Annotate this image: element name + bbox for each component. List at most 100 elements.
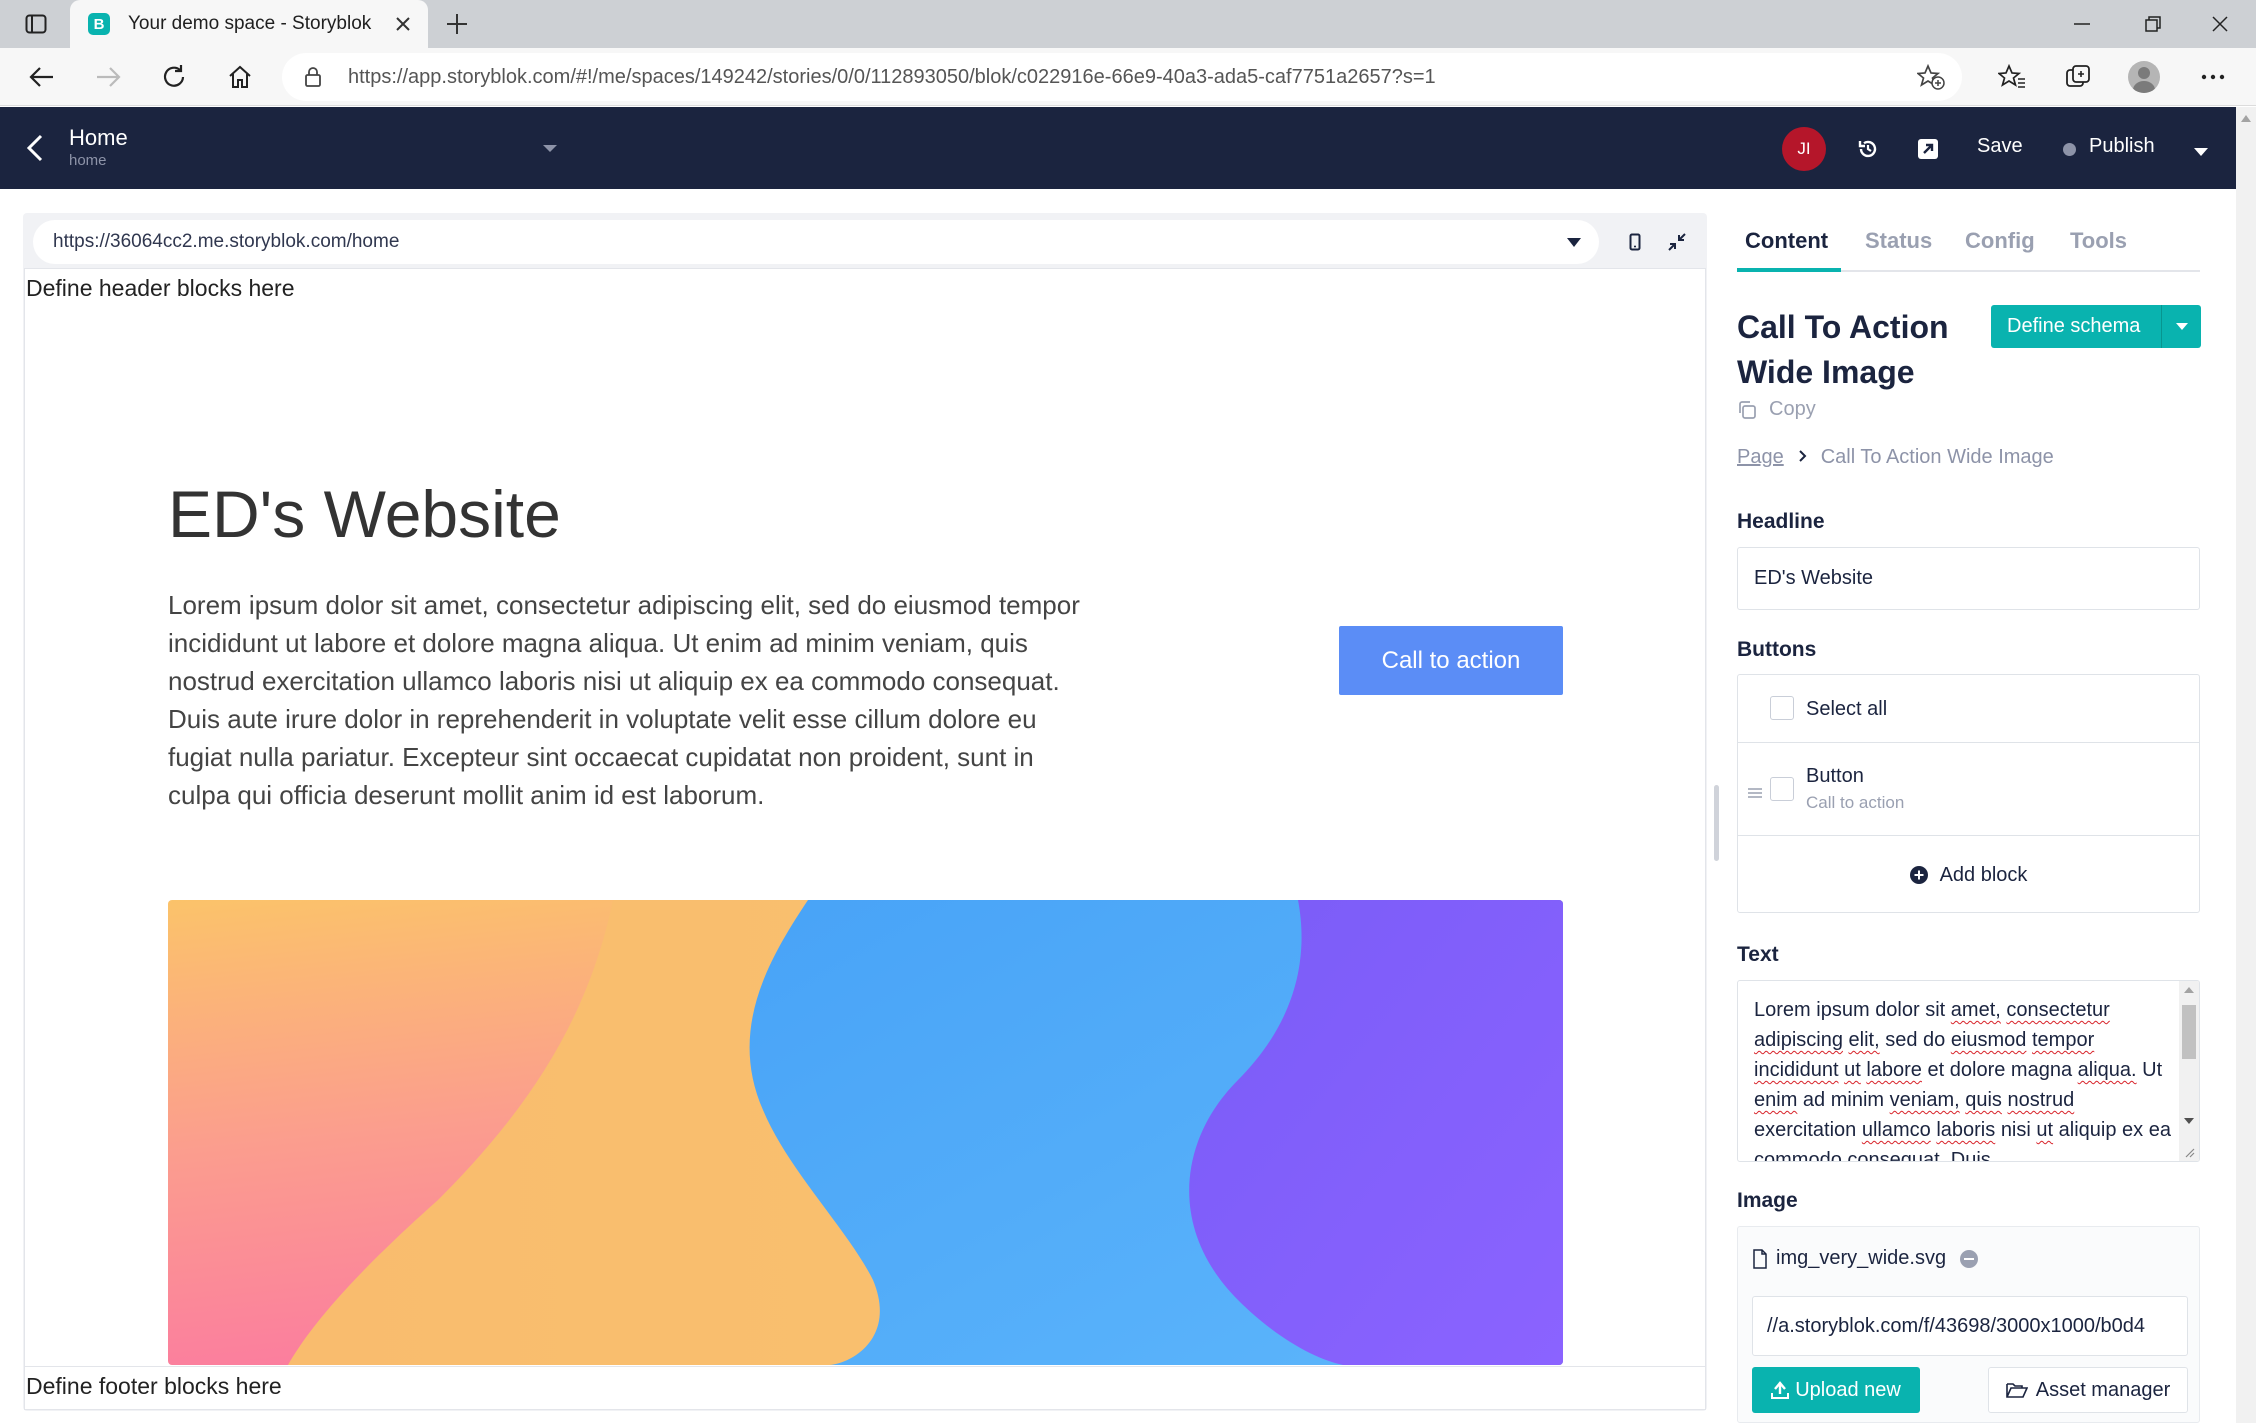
image-file-row[interactable]: img_very_wide.svg bbox=[1752, 1247, 1979, 1270]
buttons-label: Buttons bbox=[1737, 638, 1817, 661]
scroll-up-arrow-icon[interactable] bbox=[2184, 987, 2194, 993]
collapse-arrows-icon[interactable] bbox=[1662, 226, 1692, 258]
image-url-input[interactable]: //a.storyblok.com/f/43698/3000x1000/b0d4 bbox=[1752, 1296, 2188, 1356]
chevron-down-icon[interactable] bbox=[541, 142, 559, 154]
home-icon[interactable] bbox=[220, 57, 260, 97]
hero-wave-image[interactable] bbox=[168, 900, 1563, 1365]
close-window-icon[interactable] bbox=[2200, 4, 2240, 44]
define-schema-label[interactable]: Define schema bbox=[2007, 315, 2161, 338]
tab-config[interactable]: Config bbox=[1965, 228, 2035, 254]
file-icon bbox=[1752, 1248, 1768, 1269]
tab-tools[interactable]: Tools bbox=[2070, 228, 2127, 254]
favorites-icon[interactable] bbox=[1992, 57, 2032, 97]
back-arrow-icon[interactable] bbox=[22, 57, 62, 97]
select-all-label[interactable]: Select all bbox=[1806, 698, 1887, 721]
story-title[interactable]: Home bbox=[69, 125, 128, 151]
text-word: eiusmod bbox=[1950, 1029, 2027, 1051]
restore-window-icon[interactable] bbox=[2133, 4, 2173, 44]
profile-icon[interactable] bbox=[2124, 57, 2164, 97]
text-word: commodo bbox=[1754, 1149, 1842, 1162]
scrollbar-thumb[interactable] bbox=[2182, 1005, 2196, 1059]
text-word: aliquip bbox=[2058, 1119, 2117, 1141]
copy-icon bbox=[1737, 400, 1757, 420]
text-word: nostrud bbox=[2007, 1089, 2075, 1111]
define-schema-button[interactable]: Define schema bbox=[1991, 305, 2201, 348]
headline-label: Headline bbox=[1737, 510, 1825, 533]
active-tab-indicator bbox=[1737, 268, 1841, 272]
panel-resize-handle[interactable] bbox=[1714, 785, 1719, 861]
text-word: ut bbox=[2036, 1119, 2054, 1141]
site-body-text[interactable]: Lorem ipsum dolor sit amet, consectetur … bbox=[168, 586, 1098, 814]
button-item-title[interactable]: Button bbox=[1806, 765, 1864, 788]
site-headline[interactable]: ED's Website bbox=[168, 476, 561, 552]
back-chevron-icon[interactable] bbox=[18, 129, 52, 167]
window-scrollbar[interactable] bbox=[2236, 107, 2256, 1423]
breadcrumb-current: Call To Action Wide Image bbox=[1820, 446, 2054, 468]
list-item[interactable] bbox=[1738, 743, 2199, 836]
browser-tab[interactable]: B Your demo space - Storyblok bbox=[70, 0, 428, 48]
text-word: minim bbox=[1830, 1089, 1885, 1111]
text-word: laboris bbox=[1936, 1119, 1996, 1141]
text-word: ullamco bbox=[1861, 1119, 1931, 1141]
tab-status[interactable]: Status bbox=[1865, 228, 1932, 254]
refresh-icon[interactable] bbox=[154, 57, 194, 97]
select-all-checkbox[interactable] bbox=[1770, 696, 1794, 720]
copy-label[interactable]: Copy bbox=[1769, 398, 1816, 421]
text-word: ipsum bbox=[1816, 999, 1870, 1021]
publish-button[interactable]: Publish bbox=[2089, 135, 2155, 158]
upload-new-button[interactable]: Upload new bbox=[1752, 1367, 1920, 1413]
text-word: ex bbox=[2122, 1119, 2144, 1141]
new-tab-icon[interactable] bbox=[440, 8, 474, 40]
tab-content[interactable]: Content bbox=[1745, 228, 1828, 254]
footer-divider bbox=[25, 1366, 1705, 1367]
tab-actions-icon[interactable] bbox=[18, 10, 54, 38]
add-block-button[interactable]: Add block bbox=[1738, 837, 2199, 913]
text-word: ad bbox=[1802, 1089, 1826, 1111]
button-item-checkbox[interactable] bbox=[1770, 777, 1794, 801]
upload-new-label[interactable]: Upload new bbox=[1795, 1379, 1901, 1402]
remove-circle-icon[interactable] bbox=[1960, 1249, 1979, 1268]
text-word: do bbox=[1923, 1029, 1946, 1051]
chevron-down-icon[interactable] bbox=[2193, 144, 2209, 156]
scroll-up-arrow-icon[interactable] bbox=[2241, 115, 2251, 122]
collections-icon[interactable] bbox=[2058, 57, 2098, 97]
add-block-label[interactable]: Add block bbox=[1940, 864, 2028, 887]
resize-grip-icon[interactable] bbox=[2183, 1145, 2195, 1161]
open-external-icon[interactable] bbox=[1910, 131, 1946, 167]
publish-status-dot bbox=[2063, 143, 2076, 156]
forward-arrow-icon[interactable] bbox=[88, 57, 128, 97]
history-icon[interactable] bbox=[1850, 131, 1886, 167]
mobile-view-icon[interactable] bbox=[1620, 226, 1650, 258]
text-word: quis bbox=[1965, 1089, 2002, 1111]
add-favorite-icon[interactable] bbox=[1916, 62, 1946, 92]
select-all-row[interactable]: Select all bbox=[1738, 675, 2199, 743]
save-button[interactable]: Save bbox=[1977, 135, 2023, 158]
preview-url-bar[interactable]: https://36064cc2.me.storyblok.com/home bbox=[33, 220, 1599, 264]
avatar[interactable]: JI bbox=[1782, 127, 1826, 171]
text-word: et bbox=[1927, 1059, 1945, 1081]
breadcrumb-page-link[interactable]: Page bbox=[1737, 446, 1784, 469]
text-word: sit bbox=[1925, 999, 1946, 1021]
textarea-scrollbar[interactable] bbox=[2179, 981, 2199, 1161]
drag-handle-icon[interactable] bbox=[1748, 785, 1762, 798]
image-filename[interactable]: img_very_wide.svg bbox=[1776, 1247, 1946, 1270]
image-label: Image bbox=[1737, 1189, 1798, 1212]
text-word: Lorem bbox=[1754, 999, 1811, 1021]
more-options-icon[interactable] bbox=[2193, 57, 2233, 97]
asset-manager-label[interactable]: Asset manager bbox=[2036, 1379, 2171, 1402]
close-tab-icon[interactable] bbox=[388, 9, 418, 39]
scroll-down-arrow-icon[interactable] bbox=[2184, 1118, 2194, 1124]
minimize-window-icon[interactable] bbox=[2062, 4, 2102, 44]
headline-input[interactable]: ED's Website bbox=[1737, 547, 2200, 610]
asset-manager-button[interactable]: Asset manager bbox=[1988, 1367, 2188, 1413]
chevron-down-icon[interactable] bbox=[2161, 305, 2201, 348]
copy-link[interactable]: Copy bbox=[1737, 398, 1816, 421]
text-textarea[interactable]: Lorem ipsum dolor sit amet, consectetur … bbox=[1737, 980, 2200, 1162]
text-value[interactable]: Lorem ipsum dolor sit amet, consectetur … bbox=[1754, 995, 2174, 1162]
chevron-down-icon[interactable] bbox=[1567, 238, 1581, 247]
text-word: dolore bbox=[1949, 1059, 2006, 1081]
text-word: Ut bbox=[2142, 1059, 2163, 1081]
address-bar[interactable]: https://app.storyblok.com/#!/me/spaces/1… bbox=[282, 53, 1962, 101]
lock-icon[interactable] bbox=[298, 62, 328, 92]
call-to-action-button[interactable]: Call to action bbox=[1339, 626, 1563, 695]
